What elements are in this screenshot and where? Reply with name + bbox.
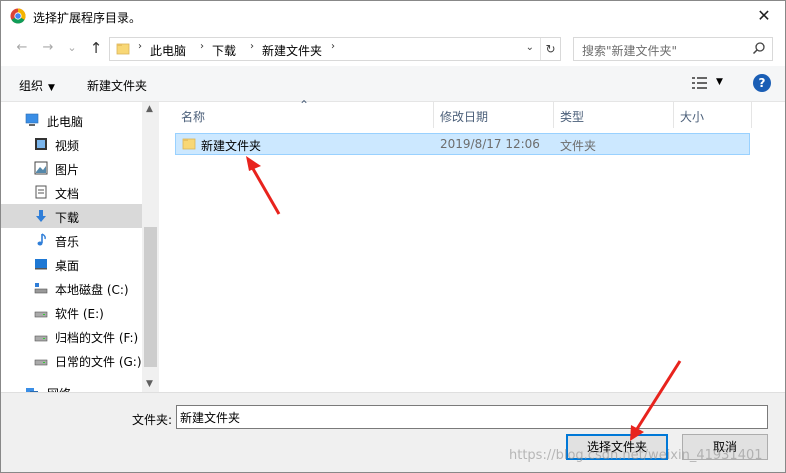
- sidebar-item-drive-g[interactable]: 日常的文件 (G:): [1, 348, 142, 372]
- sidebar-item-label: 网络: [47, 385, 71, 392]
- sidebar-item-drive-f[interactable]: 归档的文件 (F:): [1, 324, 142, 348]
- scrollbar-thumb[interactable]: [144, 227, 157, 367]
- column-label-size: 大小: [680, 110, 705, 124]
- view-options-icon[interactable]: [691, 76, 709, 90]
- command-bar: 组织 ▼ 新建文件夹 ▼ ?: [1, 66, 785, 102]
- sort-ascending-icon: ⌃: [299, 98, 310, 112]
- recent-locations-icon[interactable]: ⌄: [63, 39, 81, 57]
- drive-icon: [34, 335, 48, 342]
- search-input[interactable]: 搜索"新建文件夹": [573, 37, 773, 61]
- sidebar-item-label: 桌面: [55, 259, 80, 273]
- network-icon: [26, 388, 38, 392]
- address-bar[interactable]: › 此电脑 › 下载 › 新建文件夹 › ⌄ ↻: [109, 37, 561, 61]
- sidebar-item-label: 软件 (E:): [55, 307, 104, 321]
- column-header-name[interactable]: ⌃ 名称: [175, 98, 434, 128]
- new-folder-button[interactable]: 新建文件夹: [87, 77, 147, 94]
- drive-icon: [34, 311, 48, 318]
- forward-arrow-icon[interactable]: →: [39, 39, 57, 57]
- file-dialog-window: 选择扩展程序目录。 ✕ ← → ⌄ ↑ › 此电脑 › 下载 › 新建文件夹 ›…: [0, 0, 786, 473]
- up-arrow-icon[interactable]: ↑: [87, 39, 105, 57]
- column-label-name: 名称: [181, 110, 206, 124]
- breadcrumb-separator: ›: [250, 41, 254, 52]
- breadcrumb-separator: ›: [138, 41, 142, 52]
- navigation-pane: 此电脑 视频 图片 文档 下载 音乐 桌面 本地磁盘 (C:) 软件 (E:) …: [1, 102, 142, 392]
- organize-button[interactable]: 组织 ▼: [19, 77, 55, 94]
- breadcrumb-downloads[interactable]: 下载: [212, 42, 236, 59]
- column-header-date[interactable]: 修改日期: [434, 102, 554, 128]
- video-icon: [35, 138, 47, 150]
- sidebar-item-drive-c[interactable]: 本地磁盘 (C:): [1, 276, 142, 300]
- file-type: 文件夹: [560, 139, 597, 153]
- back-arrow-icon[interactable]: ←: [13, 39, 31, 57]
- file-date: 2019/8/17 12:06: [440, 137, 540, 151]
- download-icon: [36, 210, 46, 222]
- dialog-footer: 文件夹: 选择文件夹 取消 https://blog.csdn.net/weix…: [1, 392, 785, 472]
- sidebar-item-label: 文档: [55, 187, 80, 201]
- music-icon: [37, 233, 46, 246]
- sidebar-item-network[interactable]: 网络: [1, 380, 142, 392]
- breadcrumb-new-folder[interactable]: 新建文件夹: [262, 42, 322, 59]
- help-icon[interactable]: ?: [753, 74, 771, 92]
- picture-icon: [34, 161, 48, 175]
- folder-icon: [182, 138, 196, 150]
- sidebar-item-label: 此电脑: [47, 115, 84, 129]
- watermark: https://blog.csdn.net/weixin_41931401: [509, 448, 763, 463]
- window-title: 选择扩展程序目录。: [33, 11, 142, 25]
- sidebar-item-label: 日常的文件 (G:): [55, 355, 142, 369]
- sidebar-scrollbar[interactable]: ▲ ▼: [142, 102, 159, 392]
- caret-down-icon: ▼: [48, 83, 55, 93]
- sidebar-item-drive-e[interactable]: 软件 (E:): [1, 300, 142, 324]
- sidebar-item-pictures[interactable]: 图片: [1, 156, 142, 180]
- chevron-down-icon[interactable]: ⌄: [526, 42, 534, 53]
- folder-name-field[interactable]: [176, 405, 768, 429]
- sidebar-item-this-pc[interactable]: 此电脑: [1, 108, 142, 132]
- sidebar-item-label: 本地磁盘 (C:): [55, 283, 129, 297]
- drive-icon: [34, 359, 48, 366]
- chrome-icon: [10, 8, 26, 24]
- file-name: 新建文件夹: [201, 139, 262, 153]
- breadcrumb-separator: ›: [200, 41, 204, 52]
- drive-c-icon: [34, 283, 48, 294]
- sidebar-item-videos[interactable]: 视频: [1, 132, 142, 156]
- sidebar-item-documents[interactable]: 文档: [1, 180, 142, 204]
- breadcrumb-this-pc[interactable]: 此电脑: [150, 42, 186, 59]
- folder-icon: [116, 43, 130, 55]
- sidebar-item-label: 视频: [55, 139, 80, 153]
- address-row: ← → ⌄ ↑ › 此电脑 › 下载 › 新建文件夹 › ⌄ ↻ 搜索"新建文件…: [1, 32, 785, 66]
- view-dropdown-icon[interactable]: ▼: [716, 77, 723, 87]
- search-icon: [752, 42, 765, 55]
- scroll-up-icon[interactable]: ▲: [146, 104, 153, 114]
- close-icon[interactable]: ✕: [753, 5, 775, 27]
- column-label-type: 类型: [560, 110, 585, 124]
- desktop-icon: [35, 259, 47, 270]
- computer-icon: [25, 113, 39, 126]
- sidebar-item-downloads[interactable]: 下载: [1, 204, 142, 228]
- column-header-type[interactable]: 类型: [554, 102, 674, 128]
- file-list: ⌃ 名称 修改日期 类型 大小 新建文件夹 2019/8/17 12:06 文件…: [159, 98, 785, 392]
- refresh-icon[interactable]: ↻: [540, 38, 560, 60]
- column-header-size[interactable]: 大小: [674, 102, 752, 128]
- sidebar-item-desktop[interactable]: 桌面: [1, 252, 142, 276]
- breadcrumb-separator: ›: [331, 41, 335, 52]
- sidebar-item-label: 下载: [55, 211, 80, 225]
- column-label-date: 修改日期: [440, 110, 489, 124]
- sidebar-item-label: 图片: [55, 163, 80, 177]
- search-placeholder: 搜索"新建文件夹": [582, 44, 678, 58]
- document-icon: [35, 185, 47, 199]
- scroll-down-icon[interactable]: ▼: [146, 379, 153, 389]
- file-row[interactable]: 新建文件夹 2019/8/17 12:06 文件夹: [175, 133, 750, 155]
- title-bar: 选择扩展程序目录。 ✕: [1, 1, 785, 32]
- sidebar-item-music[interactable]: 音乐: [1, 228, 142, 252]
- sidebar-item-label: 音乐: [55, 235, 80, 249]
- organize-label: 组织: [19, 79, 44, 93]
- folder-field-label: 文件夹:: [132, 413, 173, 427]
- sidebar-item-label: 归档的文件 (F:): [55, 331, 139, 345]
